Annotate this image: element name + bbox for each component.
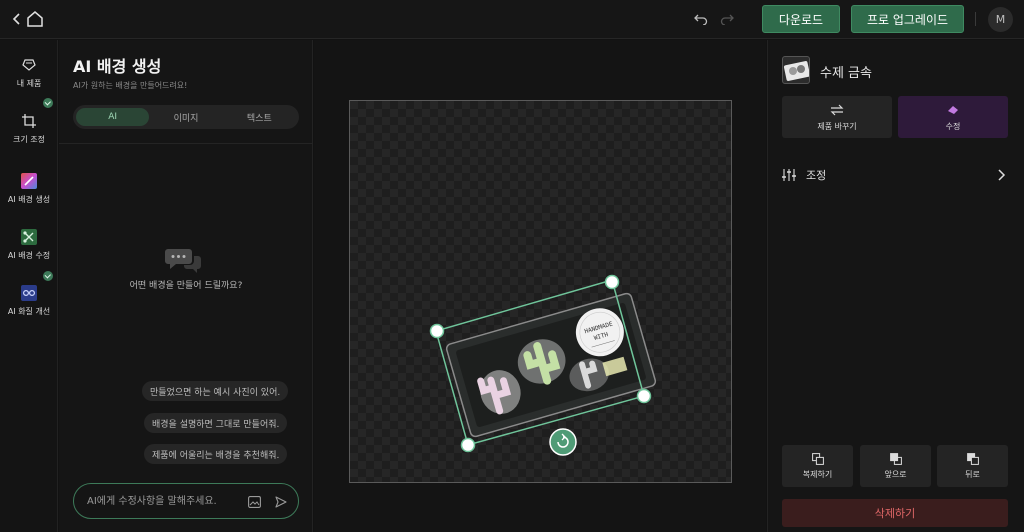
delete-button[interactable]: 삭제하기 <box>782 499 1008 527</box>
edit-button[interactable]: 수정 <box>898 96 1008 138</box>
resize-handle[interactable] <box>460 437 476 453</box>
replace-product-button[interactable]: 제품 바꾸기 <box>782 96 892 138</box>
duplicate-label: 복제하기 <box>802 469 833 479</box>
send-backward-button[interactable]: 뒤로 <box>937 445 1008 487</box>
chevron-right-icon <box>998 169 1006 181</box>
adjust-row[interactable]: 조정 <box>782 164 1008 186</box>
bring-forward-button[interactable]: 앞으로 <box>860 445 931 487</box>
rotate-handle-icon[interactable] <box>549 428 577 456</box>
replace-product-label: 제품 바꾸기 <box>817 121 857 131</box>
swap-icon <box>830 103 844 117</box>
resize-handle[interactable] <box>429 323 445 339</box>
adjust-label: 조정 <box>806 169 827 182</box>
resize-handle[interactable] <box>636 388 652 404</box>
send-backward-icon <box>966 452 979 465</box>
duplicate-button[interactable]: 복제하기 <box>782 445 853 487</box>
properties-panel: 수제 금속 제품 바꾸기 수정 조정 복제하기 앞으로 뒤로 삭제하기 <box>767 40 1024 532</box>
edit-label: 수정 <box>945 121 961 131</box>
product-thumbnail <box>782 56 810 84</box>
bring-forward-icon <box>889 452 902 465</box>
resize-handle[interactable] <box>604 274 620 290</box>
sliders-icon <box>782 169 796 181</box>
bring-forward-label: 앞으로 <box>884 469 907 479</box>
product-name: 수제 금속 <box>820 66 872 81</box>
send-backward-label: 뒤로 <box>965 469 980 479</box>
duplicate-icon <box>811 452 824 465</box>
eraser-icon <box>946 103 960 117</box>
